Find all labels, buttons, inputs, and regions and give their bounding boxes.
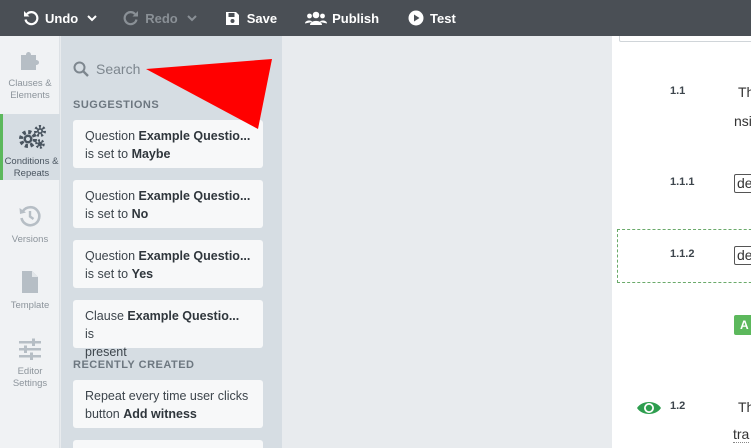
- floppy-disk-icon: [224, 9, 242, 27]
- users-icon: [305, 9, 328, 27]
- history-icon: [18, 202, 42, 228]
- rail-item-clauses[interactable]: Clauses & Elements: [0, 36, 60, 102]
- file-icon: [20, 268, 40, 294]
- undo-button[interactable]: Undo: [22, 0, 98, 36]
- card-value: No: [131, 207, 149, 221]
- suggestion-card[interactable]: Question Example Questio... is set to Ye…: [73, 240, 263, 288]
- suggestion-card[interactable]: Question Example Questio... is set to No: [73, 180, 263, 228]
- card-prefix: Question: [85, 189, 136, 203]
- card-suffix: is set to: [85, 207, 129, 221]
- puzzle-icon: [18, 46, 42, 72]
- recent-card[interactable]: [73, 440, 263, 448]
- variable-field[interactable]: de: [734, 174, 751, 193]
- top-toolbar: Undo Redo Save Publish Test: [0, 0, 751, 36]
- rail-item-label: Conditions & Repeats: [4, 156, 59, 179]
- card-prefix: Question: [85, 249, 136, 263]
- left-rail: Clauses & Elements Conditions & Repeats …: [0, 36, 60, 448]
- card-name: Example Questio...: [127, 309, 240, 323]
- search-icon: [73, 61, 89, 77]
- save-button[interactable]: Save: [224, 0, 277, 36]
- card-name: Example Questio...: [138, 189, 251, 203]
- card-suffix: is: [85, 327, 95, 341]
- card-value: Maybe: [131, 147, 171, 161]
- redo-icon: [122, 9, 140, 27]
- undo-icon: [22, 9, 40, 27]
- card-name: Example Questio...: [138, 249, 251, 263]
- clause-number: 1.2: [670, 400, 686, 412]
- rail-item-label: Versions: [11, 234, 49, 245]
- recent-title: RECENTLY CREATED: [73, 359, 195, 371]
- card-value: present: [85, 345, 127, 359]
- variable-field[interactable]: de: [734, 246, 751, 265]
- play-circle-icon: [407, 9, 425, 27]
- card-suffix: is set to: [85, 267, 129, 281]
- test-button[interactable]: Test: [407, 0, 456, 36]
- conditions-panel: SUGGESTIONS Question Example Questio... …: [61, 36, 282, 448]
- rail-item-editor-settings[interactable]: Editor Settings: [0, 324, 60, 390]
- publish-button[interactable]: Publish: [305, 0, 379, 36]
- suggestions-title: SUGGESTIONS: [73, 99, 160, 111]
- document-editor: 1.1 Th nsi 1.1.1 de 1.1.2 de A 1.2 Th tr…: [612, 36, 751, 448]
- eye-icon[interactable]: [636, 399, 662, 422]
- sliders-icon: [18, 334, 42, 360]
- clause-text[interactable]: Th: [738, 84, 751, 100]
- card-name: Example Questio...: [138, 129, 251, 143]
- rail-item-template[interactable]: Template: [0, 258, 60, 324]
- search-box: [73, 58, 273, 80]
- canvas-gutter: [282, 36, 612, 448]
- clause-text[interactable]: Th: [738, 399, 751, 415]
- chevron-down-icon[interactable]: [186, 12, 198, 24]
- rail-item-versions[interactable]: Versions: [0, 192, 60, 258]
- chevron-down-icon[interactable]: [86, 12, 98, 24]
- card-prefix: Clause: [85, 309, 124, 323]
- suggestion-card[interactable]: Clause Example Questio... is present: [73, 300, 263, 359]
- clause-text[interactable]: tra: [733, 426, 750, 443]
- redo-button[interactable]: Redo: [122, 0, 198, 36]
- card-suffix: is set to: [85, 147, 129, 161]
- publish-label: Publish: [332, 10, 380, 26]
- rail-item-conditions[interactable]: Conditions & Repeats: [0, 114, 60, 180]
- clause-text[interactable]: nsi: [734, 113, 751, 129]
- document-header-field[interactable]: [619, 36, 751, 42]
- save-label: Save: [246, 10, 278, 26]
- rail-item-label: Editor Settings: [12, 366, 48, 389]
- search-input[interactable]: [96, 61, 256, 77]
- clause-number: 1.1.1: [670, 176, 695, 188]
- test-label: Test: [430, 10, 456, 26]
- rail-item-label: Clauses & Elements: [8, 78, 52, 101]
- redo-label: Redo: [145, 10, 178, 26]
- undo-label: Undo: [45, 10, 79, 26]
- rail-item-label: Template: [10, 300, 50, 311]
- recent-card[interactable]: Repeat every time user clicks button Add…: [73, 380, 263, 428]
- suggestion-card[interactable]: Question Example Questio... is set to Ma…: [73, 120, 263, 168]
- clause-number: 1.1.2: [670, 248, 695, 260]
- clause-number: 1.1: [670, 85, 686, 97]
- card-prefix: Question: [85, 129, 136, 143]
- add-tag[interactable]: A: [734, 315, 751, 335]
- gears-icon: [17, 124, 47, 150]
- card-value: Add witness: [123, 407, 197, 421]
- card-value: Yes: [131, 267, 154, 281]
